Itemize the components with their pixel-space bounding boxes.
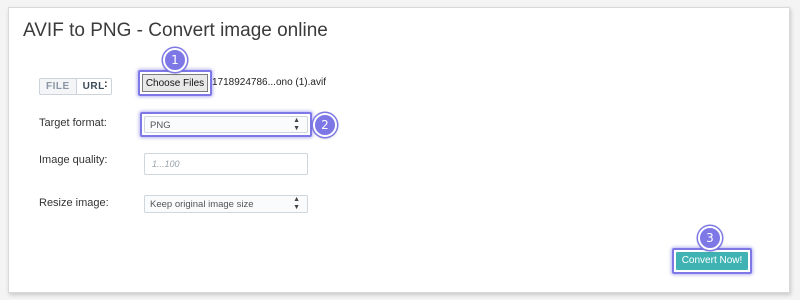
image-quality-input[interactable]: 1...100 <box>144 153 308 175</box>
resize-image-value: Keep original image size <box>150 199 254 210</box>
source-colon: : <box>104 78 108 90</box>
convert-now-button[interactable]: Convert Now! <box>676 252 748 270</box>
select-arrows-icon: ▲ ▼ <box>293 116 300 132</box>
toggle-file[interactable]: FILE <box>40 79 77 94</box>
select-arrows-icon: ▲ ▼ <box>293 196 300 211</box>
step-2-badge: 2 <box>313 113 337 137</box>
resize-image-select[interactable]: Keep original image size ▲ ▼ <box>144 195 308 213</box>
target-format-select[interactable]: PNG ▲ ▼ <box>144 116 308 133</box>
page-title: AVIF to PNG - Convert image online <box>23 20 328 41</box>
target-format-value: PNG <box>150 120 171 131</box>
target-format-label: Target format: <box>39 117 107 129</box>
converter-card: AVIF to PNG - Convert image online FILE … <box>8 7 790 293</box>
image-quality-label: Image quality: <box>39 154 108 166</box>
step-3-badge: 3 <box>698 226 722 250</box>
selected-file-name: 1718924786...ono (1).avif <box>212 77 326 88</box>
choose-files-button[interactable]: Choose Files <box>142 74 208 92</box>
step-1-badge: 1 <box>163 48 187 72</box>
resize-image-label: Resize image: <box>39 197 109 209</box>
source-toggle: FILE URL <box>39 78 112 95</box>
